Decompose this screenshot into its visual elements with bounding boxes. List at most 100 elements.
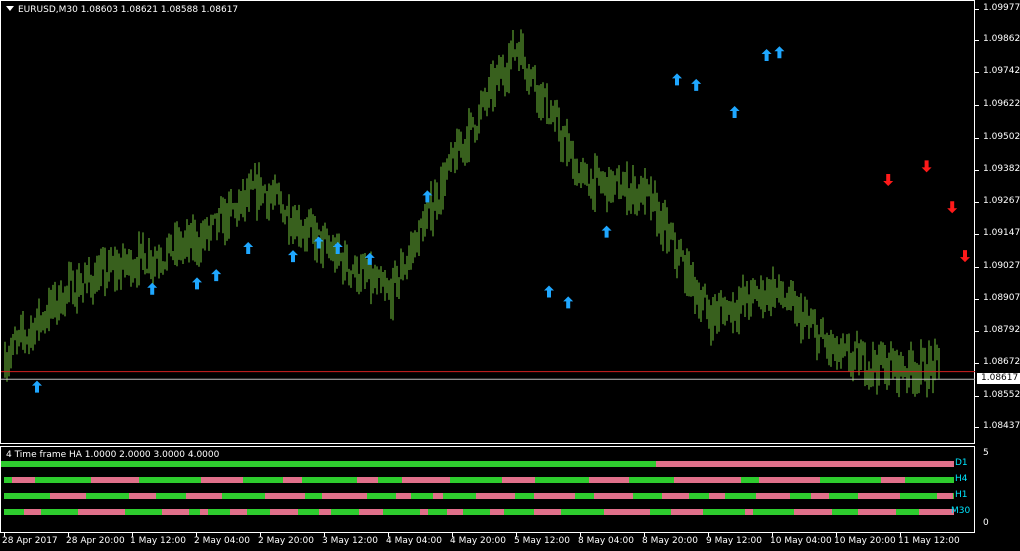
- price-tick-label: 1.09027: [983, 260, 1020, 271]
- time-tick-label: 4 May 04:00: [386, 536, 442, 546]
- price-tick-label: 1.09977: [983, 2, 1020, 13]
- ha-segment: [502, 477, 535, 483]
- buy-arrow-icon: [332, 241, 343, 254]
- ha-segment: [759, 477, 820, 483]
- ha-segment: [383, 509, 420, 515]
- ha-segment: [604, 509, 650, 515]
- ha-segment: [919, 509, 954, 515]
- dropdown-triangle-icon[interactable]: [6, 6, 14, 11]
- sell-arrow-icon: [921, 160, 932, 173]
- price-tick-mark: [975, 363, 979, 365]
- ha-segment: [1, 461, 656, 467]
- ha-segment: [41, 509, 78, 515]
- ha-segment: [504, 509, 534, 515]
- ha-segment: [709, 493, 725, 499]
- time-tick-label: 4 May 20:00: [450, 536, 506, 546]
- ha-segment: [650, 509, 671, 515]
- buy-arrow-icon: [192, 277, 202, 290]
- buy-arrow-icon: [32, 380, 42, 393]
- ha-segment: [302, 477, 357, 483]
- time-tick-label: 8 May 20:00: [642, 536, 698, 546]
- ha-segment: [265, 493, 305, 499]
- sell-arrow-icon: [947, 201, 958, 214]
- price-chart-pane[interactable]: EURUSD,M30 1.08603 1.08621 1.08588 1.086…: [0, 0, 976, 444]
- ha-segment: [24, 509, 41, 515]
- row-label-d1: D1: [955, 458, 968, 468]
- row-label-h4: H4: [955, 474, 968, 484]
- ha-segment: [247, 509, 270, 515]
- ha-segment: [881, 477, 905, 483]
- time-tick-label: 5 May 12:00: [514, 536, 570, 546]
- time-tick-label: 2 May 04:00: [194, 536, 250, 546]
- price-chart-canvas: [1, 29, 976, 398]
- ha-segment: [689, 493, 709, 499]
- price-tick-label: 1.09742: [983, 66, 1020, 77]
- ha-segment: [12, 477, 35, 483]
- price-tick-mark: [975, 234, 979, 236]
- time-tick-label: 11 May 12:00: [898, 536, 960, 546]
- buy-arrow-icon: [691, 78, 702, 91]
- price-tick-label: 1.09382: [983, 164, 1020, 175]
- price-tick-mark: [975, 137, 979, 139]
- price-tick-label: 1.08792: [983, 324, 1020, 335]
- price-tick-mark: [975, 330, 979, 332]
- ha-segment: [50, 493, 86, 499]
- ha-segment: [283, 477, 302, 483]
- ha-segment: [129, 493, 156, 499]
- time-tick-label: 2 May 20:00: [258, 536, 314, 546]
- ha-segment: [745, 509, 753, 515]
- ha-segment: [156, 493, 186, 499]
- buy-arrow-icon: [672, 73, 682, 86]
- ha-segment: [535, 477, 589, 483]
- price-tick-mark: [975, 395, 979, 397]
- ha-segment: [433, 493, 443, 499]
- ha-segment: [378, 477, 402, 483]
- price-tick-mark: [975, 8, 979, 10]
- ha-segment: [589, 477, 629, 483]
- sell-arrow-icon: [960, 250, 970, 263]
- price-tick-label: 1.09622: [983, 99, 1020, 110]
- time-tick-label: 9 May 12:00: [706, 536, 762, 546]
- price-tick-label: 1.09862: [983, 33, 1020, 44]
- price-tick-label: 1.09267: [983, 195, 1020, 206]
- buy-arrow-icon: [211, 269, 222, 282]
- ha-segment: [832, 509, 858, 515]
- ha-segment: [575, 493, 594, 499]
- ha-segment: [91, 477, 139, 483]
- chart-title-text: EURUSD,M30 1.08603 1.08621 1.08588 1.086…: [18, 5, 239, 15]
- indicator-axis-min: 0: [983, 518, 989, 528]
- time-tick-label: 10 May 20:00: [834, 536, 896, 546]
- price-tick-mark: [975, 39, 979, 41]
- ha-segment: [357, 477, 378, 483]
- ha-segment: [662, 493, 689, 499]
- ha-segment: [820, 477, 881, 483]
- row-label-m30: M30: [951, 506, 971, 516]
- ha-segment: [829, 493, 858, 499]
- sell-arrow-icon: [883, 174, 894, 186]
- time-tick-label: 1 May 12:00: [130, 536, 186, 546]
- ha-segment: [741, 477, 759, 483]
- time-tick-label: 8 May 04:00: [578, 536, 634, 546]
- ha-segment: [270, 509, 298, 515]
- ha-segment: [900, 493, 937, 499]
- ha-segment: [756, 493, 790, 499]
- ha-segment: [411, 493, 433, 499]
- ha-segment: [243, 477, 283, 483]
- ha-segment: [162, 509, 189, 515]
- ha-segment: [322, 493, 367, 499]
- ha-segment: [753, 509, 794, 515]
- price-tick-mark: [975, 105, 979, 107]
- ha-segment: [790, 493, 811, 499]
- ha-segment: [656, 461, 954, 467]
- indicator-pane[interactable]: 4 Time frame HA 1.0000 2.0000 3.0000 4.0…: [0, 446, 975, 533]
- ha-segment: [139, 477, 201, 483]
- ha-segment: [443, 493, 476, 499]
- ha-segment: [937, 493, 953, 499]
- buy-arrow-icon: [761, 48, 772, 61]
- current-price-label: 1.08617: [977, 373, 1020, 385]
- buy-arrow-icon: [243, 241, 254, 254]
- buy-arrow-icon: [288, 250, 298, 263]
- ha-segment: [420, 509, 428, 515]
- ha-segment: [463, 509, 490, 515]
- ha-segment: [4, 509, 24, 515]
